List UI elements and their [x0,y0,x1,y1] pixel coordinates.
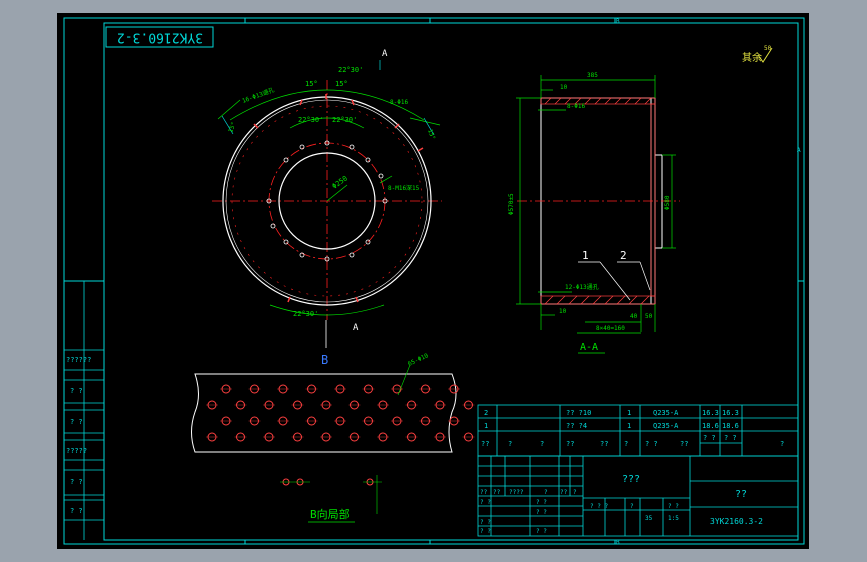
svg-text:?: ? [544,489,548,496]
svg-text:??: ?? [566,440,574,448]
section-title: A-A [580,342,598,353]
svg-text:??: ?? [600,440,608,448]
front-section-a-bottom: A [353,323,359,333]
drawing-canvas[interactable] [57,13,809,549]
front-holes-inner: 8-M16深15 [388,184,420,192]
front-dim-top-small2: 15° [335,80,348,88]
front-dim-top-small: 15° [305,80,318,88]
section-dim-bottom-40: 40 [630,313,638,320]
svg-text:?: ? [624,440,628,448]
svg-text:??: ?? [493,489,501,496]
cad-drawing: B B A 3YK2160.3-2 其余 50 22°30' 15° 15° 2… [57,13,809,549]
drawing-number-stamp: 3YK2160.3-2 [117,30,203,45]
svg-text:?: ? [780,440,784,448]
sidebar-label-4: ????? [66,447,87,455]
zone-top-b: B [616,18,620,25]
front-dim-inner-left: 22°30' [298,116,323,124]
svg-text:? ?: ? ? [480,528,491,535]
svg-text:? ?: ? ? [480,499,491,506]
svg-text:? ?: ? ? [645,440,658,448]
section-dim-left-dia: Φ570±5 [508,193,515,215]
section-dim-right-dia: Φ580 [664,195,671,210]
front-dim-bottom-angle: 22°30' [293,310,318,318]
section-dim-top-small: 10 [560,84,568,91]
svg-text:Q235-A: Q235-A [653,409,679,417]
front-section-a-top: A [382,49,388,59]
sidebar-label-5: ? ? [70,478,83,486]
svg-text:????: ???? [509,489,524,496]
svg-text:? ?: ? ? [536,499,547,506]
svg-text:16.3: 16.3 [722,409,739,417]
section-dim-bottom-chain: 8×40=160 [596,325,625,332]
sidebar-label-1: ?????? [66,356,91,364]
surface-finish-value: 50 [764,45,772,52]
svg-text:? ?: ? ? [703,434,716,442]
svg-text:16.3: 16.3 [702,409,719,417]
svg-text:?: ? [508,440,512,448]
front-dim-top-angle: 22°30' [338,66,363,74]
title-company: ?? [735,489,747,500]
title-scale: 1:5 [668,515,679,522]
title-weight: 35 [645,515,653,522]
svg-text:18.6: 18.6 [702,422,719,430]
svg-text:? ? ?: ? ? ? [590,503,608,510]
section-label-1: 1 [582,249,589,262]
svg-text:??: ?? [481,440,489,448]
svg-text:1: 1 [484,422,488,430]
section-dim-top-width: 385 [587,72,598,79]
svg-text:? ?: ? ? [536,528,547,535]
svg-text:?? ?4: ?? ?4 [566,422,587,430]
title-drawing-number: 3YK2160.3-2 [710,517,763,526]
front-holes-right: 8-Φ16 [390,99,408,106]
svg-text:Q235-A: Q235-A [653,422,679,430]
svg-text:2: 2 [484,409,488,417]
svg-text:?: ? [573,489,577,496]
svg-text:??: ?? [480,489,488,496]
sidebar-label-3: ? ? [70,418,83,426]
svg-text:? ?: ? ? [724,434,737,442]
b-view-title: B向局部 [310,507,350,521]
svg-text:1: 1 [627,409,631,417]
section-dim-bottom-10: 10 [559,308,567,315]
section-dim-holes-top: 8-Φ16 [567,103,585,110]
svg-text:??: ?? [560,489,568,496]
svg-text:? ?: ? ? [536,509,547,516]
section-dim-bottom-50: 50 [645,313,653,320]
zone-bottom-b: B [616,539,620,546]
title-part-name: ??? [622,474,640,485]
front-view-b: B [321,353,328,367]
zone-right-a: A [797,147,801,154]
surface-finish-label: 其余 [742,51,762,64]
section-label-2: 2 [620,249,627,262]
svg-text:? ?: ? ? [668,503,679,510]
svg-text:? ?: ? ? [480,519,491,526]
sidebar-label-2: ? ? [70,387,83,395]
svg-text:?: ? [540,440,544,448]
svg-text:1: 1 [627,422,631,430]
sidebar-label-6: ? ? [70,507,83,515]
section-dim-holes-bottom: 12-Φ13通孔 [565,283,599,291]
svg-text:?: ? [630,503,634,510]
svg-text:??: ?? [680,440,688,448]
svg-text:18.6: 18.6 [722,422,739,430]
svg-text:?? ?10: ?? ?10 [566,409,591,417]
front-dim-inner-right: 22°30' [332,116,357,124]
